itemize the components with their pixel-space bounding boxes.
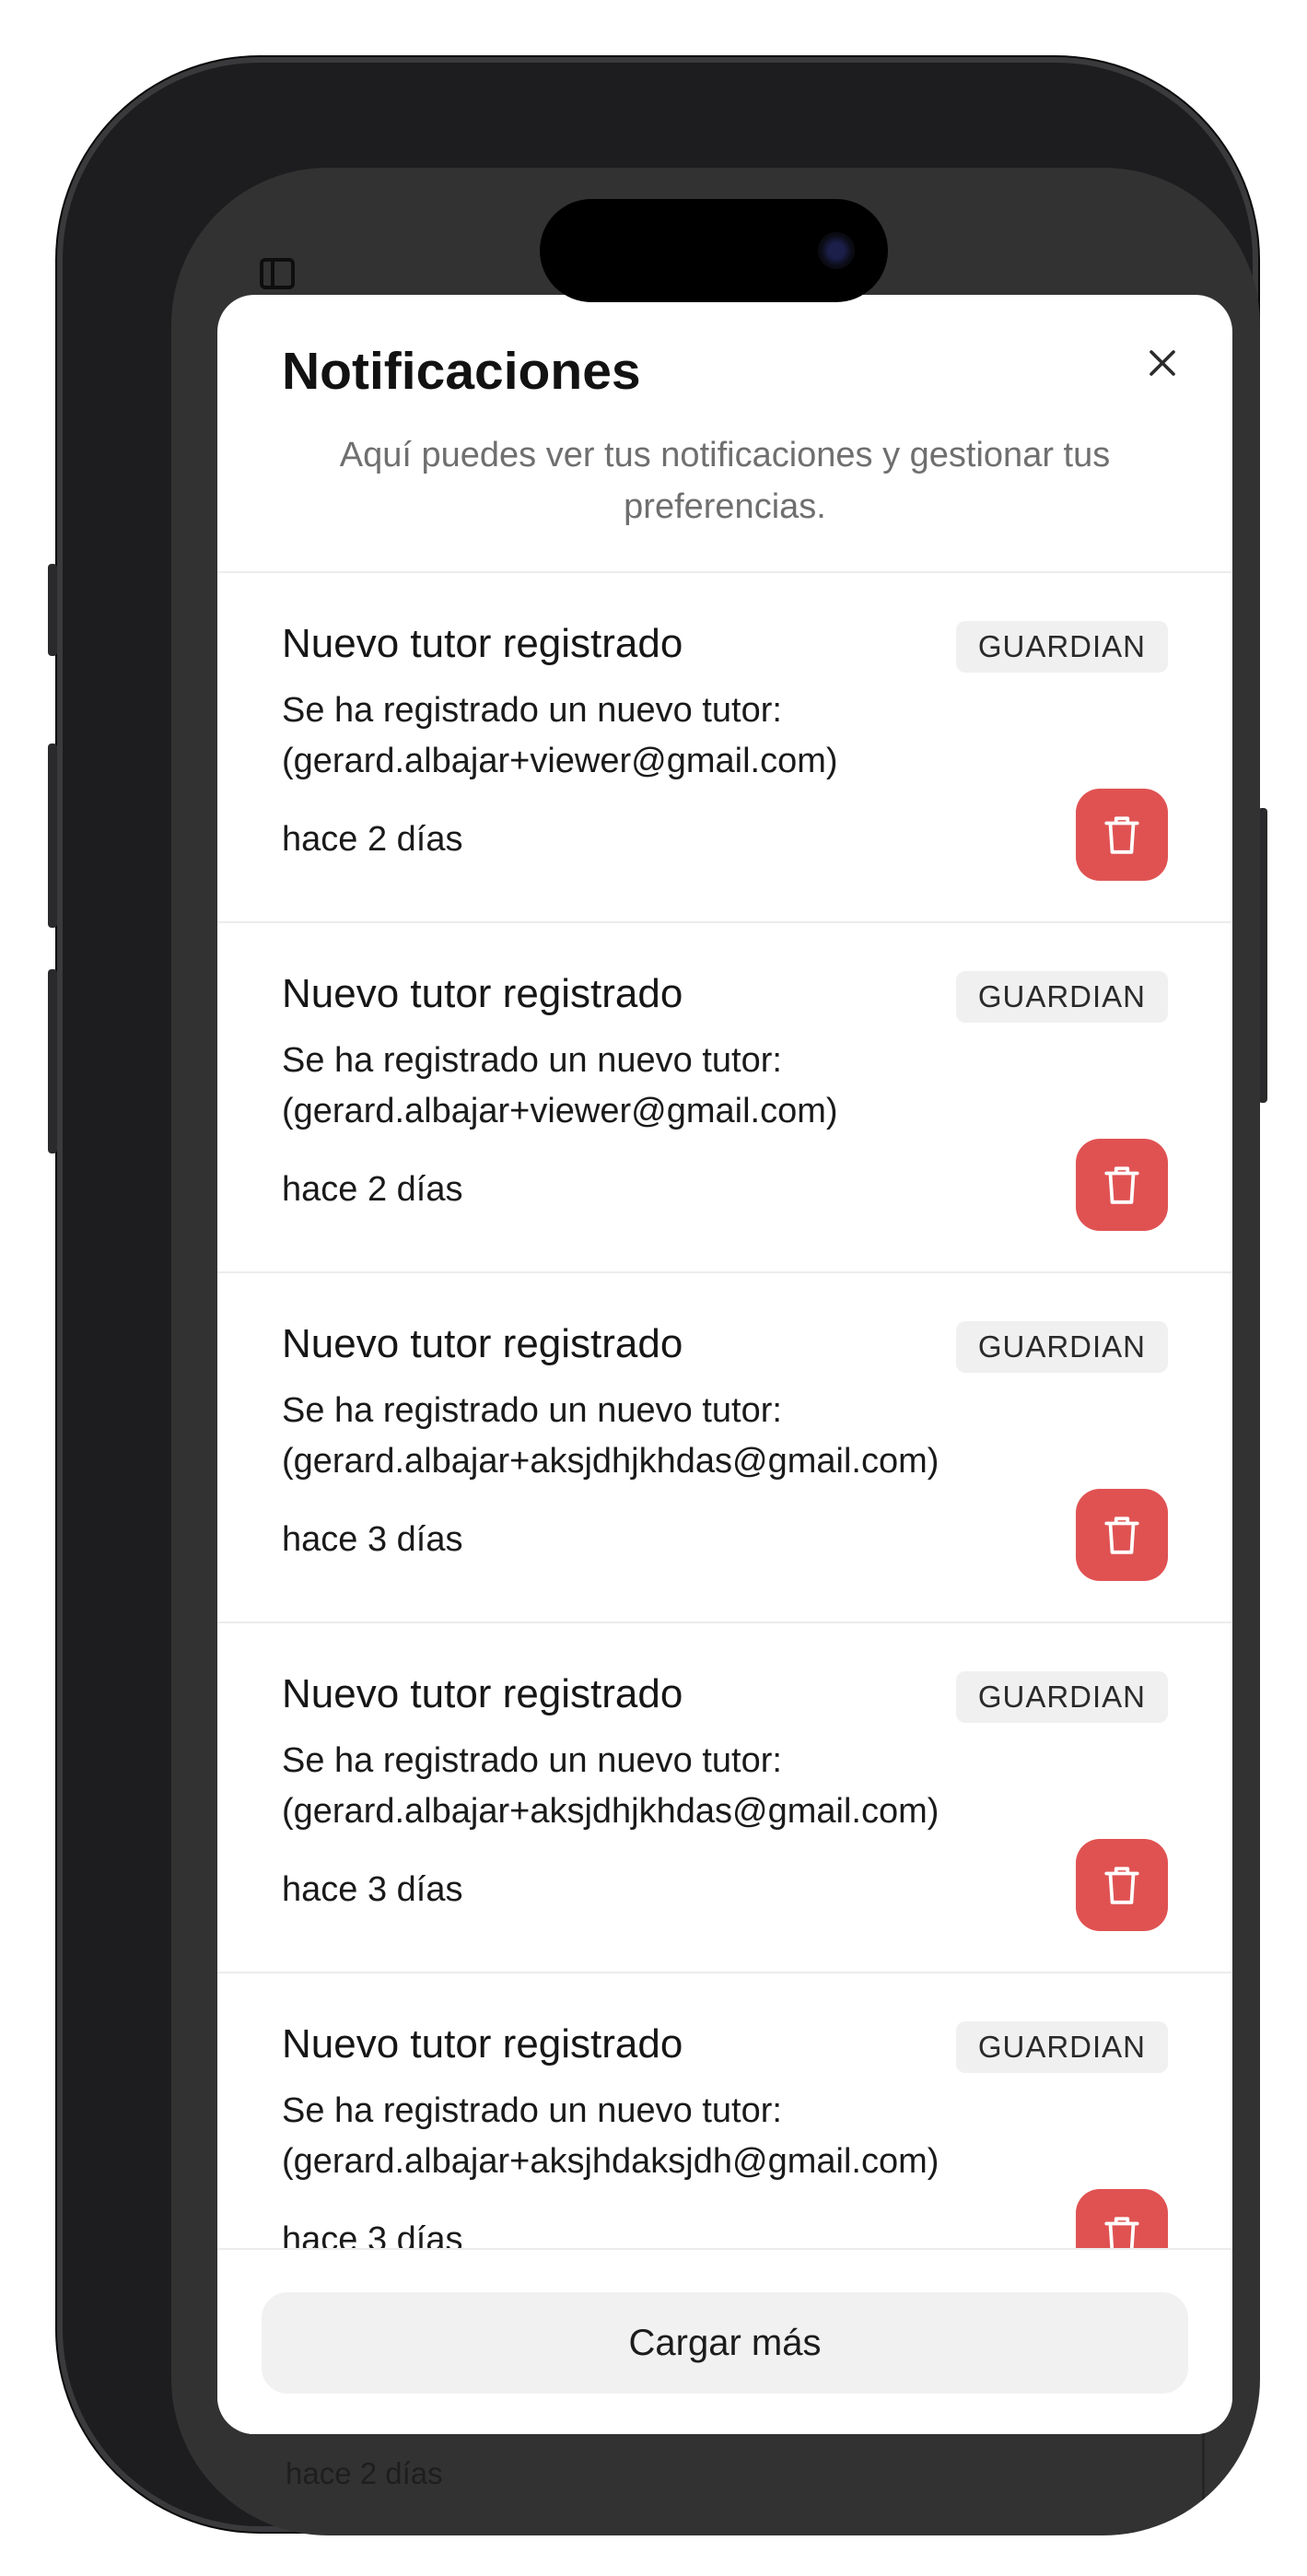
notification-body-line: Se ha registrado un nuevo tutor:: [282, 1741, 782, 1780]
notification-item: Nuevo tutor registrado GUARDIAN Se ha re…: [217, 1623, 1232, 1973]
notification-body: Se ha registrado un nuevo tutor: (gerard…: [282, 2086, 1131, 2187]
notification-item: Nuevo tutor registrado GUARDIAN Se ha re…: [217, 1973, 1232, 2265]
dynamic-island: [540, 199, 888, 302]
trash-icon: [1104, 1516, 1139, 1554]
trash-icon: [1104, 816, 1139, 854]
load-more-button[interactable]: Cargar más: [262, 2292, 1188, 2394]
dialog-header: Notificaciones Aquí puedes ver tus notif…: [217, 295, 1232, 573]
notification-time: hace 3 días: [282, 1870, 463, 1909]
notification-time: hace 2 días: [282, 1170, 463, 1209]
close-button[interactable]: [1140, 341, 1184, 385]
notification-body-email: (gerard.albajar+aksjdhjkhdas@gmail.com): [282, 1792, 939, 1831]
screen: hace 2 días Notificaciones Aquí puedes v…: [171, 168, 1260, 2535]
notification-body-line: Se ha registrado un nuevo tutor:: [282, 1041, 782, 1080]
notification-title: Nuevo tutor registrado: [282, 1321, 683, 1366]
notification-body: Se ha registrado un nuevo tutor: (gerard…: [282, 1386, 1131, 1487]
notification-time: hace 2 días: [282, 820, 463, 859]
role-badge: GUARDIAN: [955, 971, 1168, 1023]
notification-title: Nuevo tutor registrado: [282, 971, 683, 1016]
notification-body-email: (gerard.albajar+viewer@gmail.com): [282, 1092, 838, 1130]
notification-body: Se ha registrado un nuevo tutor: (gerard…: [282, 1036, 1131, 1137]
notifications-dialog: Notificaciones Aquí puedes ver tus notif…: [217, 295, 1232, 2434]
action-button: [48, 564, 57, 656]
camera-icon: [818, 232, 855, 269]
notification-title: Nuevo tutor registrado: [282, 1671, 683, 1716]
notification-body-email: (gerard.albajar+viewer@gmail.com): [282, 742, 838, 780]
trash-icon: [1104, 1166, 1139, 1204]
notification-list[interactable]: Nuevo tutor registrado GUARDIAN Se ha re…: [217, 573, 1232, 2265]
delete-notification-button[interactable]: [1076, 1139, 1168, 1231]
delete-notification-button[interactable]: [1076, 1839, 1168, 1931]
notification-item: Nuevo tutor registrado GUARDIAN Se ha re…: [217, 923, 1232, 1273]
notification-body-line: Se ha registrado un nuevo tutor:: [282, 1391, 782, 1430]
trash-icon: [1104, 1867, 1139, 1904]
notification-body: Se ha registrado un nuevo tutor: (gerard…: [282, 685, 1131, 787]
volume-down-button: [48, 969, 57, 1153]
delete-notification-button[interactable]: [1076, 1489, 1168, 1581]
role-badge: GUARDIAN: [955, 2021, 1168, 2073]
delete-notification-button[interactable]: [1076, 789, 1168, 881]
role-badge: GUARDIAN: [955, 1671, 1168, 1723]
close-icon: [1149, 350, 1175, 376]
dialog-title: Notificaciones: [282, 342, 641, 401]
notification-body-email: (gerard.albajar+aksjhdaksjdh@gmail.com): [282, 2142, 939, 2181]
notification-title: Nuevo tutor registrado: [282, 621, 683, 666]
role-badge: GUARDIAN: [955, 1321, 1168, 1373]
notification-body-line: Se ha registrado un nuevo tutor:: [282, 691, 782, 730]
notification-body-email: (gerard.albajar+aksjdhjkhdas@gmail.com): [282, 1442, 939, 1481]
dialog-footer: Cargar más: [217, 2248, 1232, 2434]
role-badge: GUARDIAN: [955, 621, 1168, 673]
notification-item: Nuevo tutor registrado GUARDIAN Se ha re…: [217, 573, 1232, 923]
notification-body-line: Se ha registrado un nuevo tutor:: [282, 2091, 782, 2130]
notification-time: hace 3 días: [282, 1520, 463, 1559]
dialog-description: Aquí puedes ver tus notificaciones y ges…: [339, 436, 1111, 526]
phone-frame: hace 2 días Notificaciones Aquí puedes v…: [48, 57, 1267, 2535]
notification-title: Nuevo tutor registrado: [282, 2021, 683, 2067]
notification-item: Nuevo tutor registrado GUARDIAN Se ha re…: [217, 1273, 1232, 1623]
notification-body: Se ha registrado un nuevo tutor: (gerard…: [282, 1736, 1131, 1837]
sidebar-toggle-icon[interactable]: [260, 258, 295, 289]
background-time-label: hace 2 días: [286, 2456, 443, 2490]
volume-up-button: [48, 744, 57, 928]
